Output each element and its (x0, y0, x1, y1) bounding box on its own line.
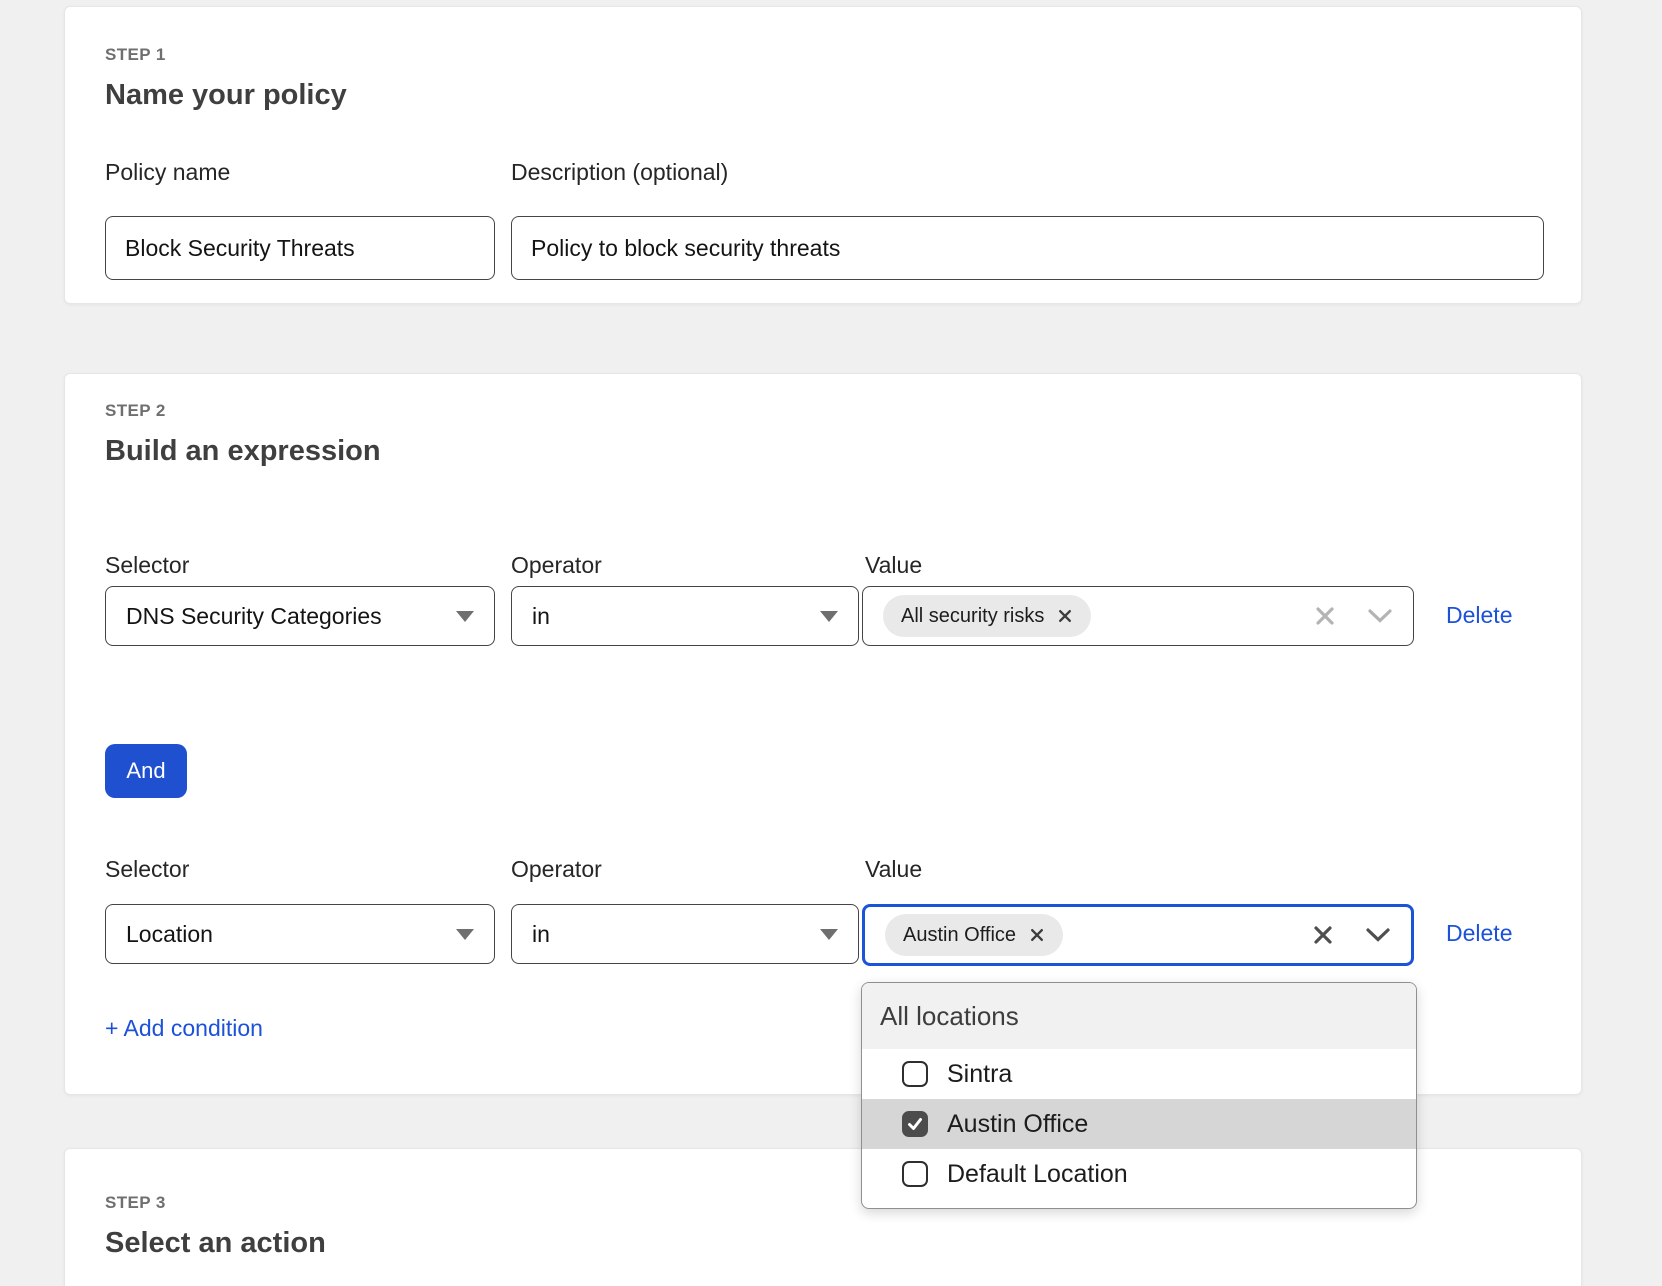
value-multiselect-2[interactable]: Austin Office (862, 904, 1414, 966)
dropdown-option-austin-office[interactable]: Austin Office (862, 1099, 1416, 1149)
location-dropdown-menu: All locations Sintra Austin Office Defau… (861, 982, 1417, 1209)
checkbox-checked-icon[interactable] (902, 1111, 928, 1137)
step3-label: STEP 3 (105, 1193, 166, 1213)
chevron-down-icon[interactable] (1367, 608, 1393, 624)
value-tag: All security risks (883, 595, 1091, 637)
value-label-1: Value (865, 552, 922, 579)
selector-dropdown-2[interactable]: Location (105, 904, 495, 964)
dropdown-option-label: Austin Office (947, 1110, 1088, 1139)
caret-down-icon (456, 929, 474, 940)
checkbox-unchecked-icon[interactable] (902, 1161, 928, 1187)
description-input[interactable] (511, 216, 1544, 280)
step2-label: STEP 2 (105, 401, 166, 421)
step2-title: Build an expression (105, 435, 381, 468)
policy-name-label: Policy name (105, 159, 230, 186)
chevron-down-icon[interactable] (1365, 927, 1391, 943)
selector-label-2: Selector (105, 856, 189, 883)
delete-condition-2-link[interactable]: Delete (1446, 920, 1512, 947)
value-tag-label: Austin Office (903, 924, 1016, 947)
step1-title: Name your policy (105, 79, 347, 112)
policy-builder-screen: STEP 1 Name your policy Policy name Desc… (0, 0, 1662, 1286)
remove-tag-icon[interactable] (1029, 927, 1045, 943)
caret-down-icon (456, 611, 474, 622)
value-tag: Austin Office (885, 914, 1063, 956)
selector-dropdown-1-value: DNS Security Categories (126, 603, 382, 630)
clear-value-icon[interactable] (1313, 604, 1337, 628)
selector-label-1: Selector (105, 552, 189, 579)
value-multiselect-1[interactable]: All security risks (862, 586, 1414, 646)
operator-label-1: Operator (511, 552, 602, 579)
operator-dropdown-2[interactable]: in (511, 904, 859, 964)
description-label: Description (optional) (511, 159, 728, 186)
selector-dropdown-1[interactable]: DNS Security Categories (105, 586, 495, 646)
step1-card: STEP 1 Name your policy Policy name Desc… (64, 6, 1582, 304)
dropdown-header-all-locations[interactable]: All locations (862, 983, 1416, 1049)
operator-dropdown-1[interactable]: in (511, 586, 859, 646)
remove-tag-icon[interactable] (1057, 608, 1073, 624)
clear-value-icon[interactable] (1311, 923, 1335, 947)
operator-dropdown-1-value: in (532, 603, 550, 630)
operator-label-2: Operator (511, 856, 602, 883)
delete-condition-1-link[interactable]: Delete (1446, 602, 1512, 629)
step1-label: STEP 1 (105, 45, 166, 65)
dropdown-option-label: Default Location (947, 1160, 1128, 1189)
caret-down-icon (820, 929, 838, 940)
value-field-icons (1313, 604, 1393, 628)
dropdown-option-sintra[interactable]: Sintra (862, 1049, 1416, 1099)
add-condition-link[interactable]: + Add condition (105, 1015, 263, 1042)
caret-down-icon (820, 611, 838, 622)
value-field-icons (1311, 923, 1391, 947)
step3-title: Select an action (105, 1227, 326, 1260)
dropdown-option-default-location[interactable]: Default Location (862, 1149, 1416, 1199)
policy-name-input[interactable] (105, 216, 495, 280)
operator-dropdown-2-value: in (532, 921, 550, 948)
value-tag-label: All security risks (901, 605, 1044, 628)
checkbox-unchecked-icon[interactable] (902, 1061, 928, 1087)
and-button[interactable]: And (105, 744, 187, 798)
value-label-2: Value (865, 856, 922, 883)
dropdown-option-label: Sintra (947, 1060, 1012, 1089)
selector-dropdown-2-value: Location (126, 921, 213, 948)
